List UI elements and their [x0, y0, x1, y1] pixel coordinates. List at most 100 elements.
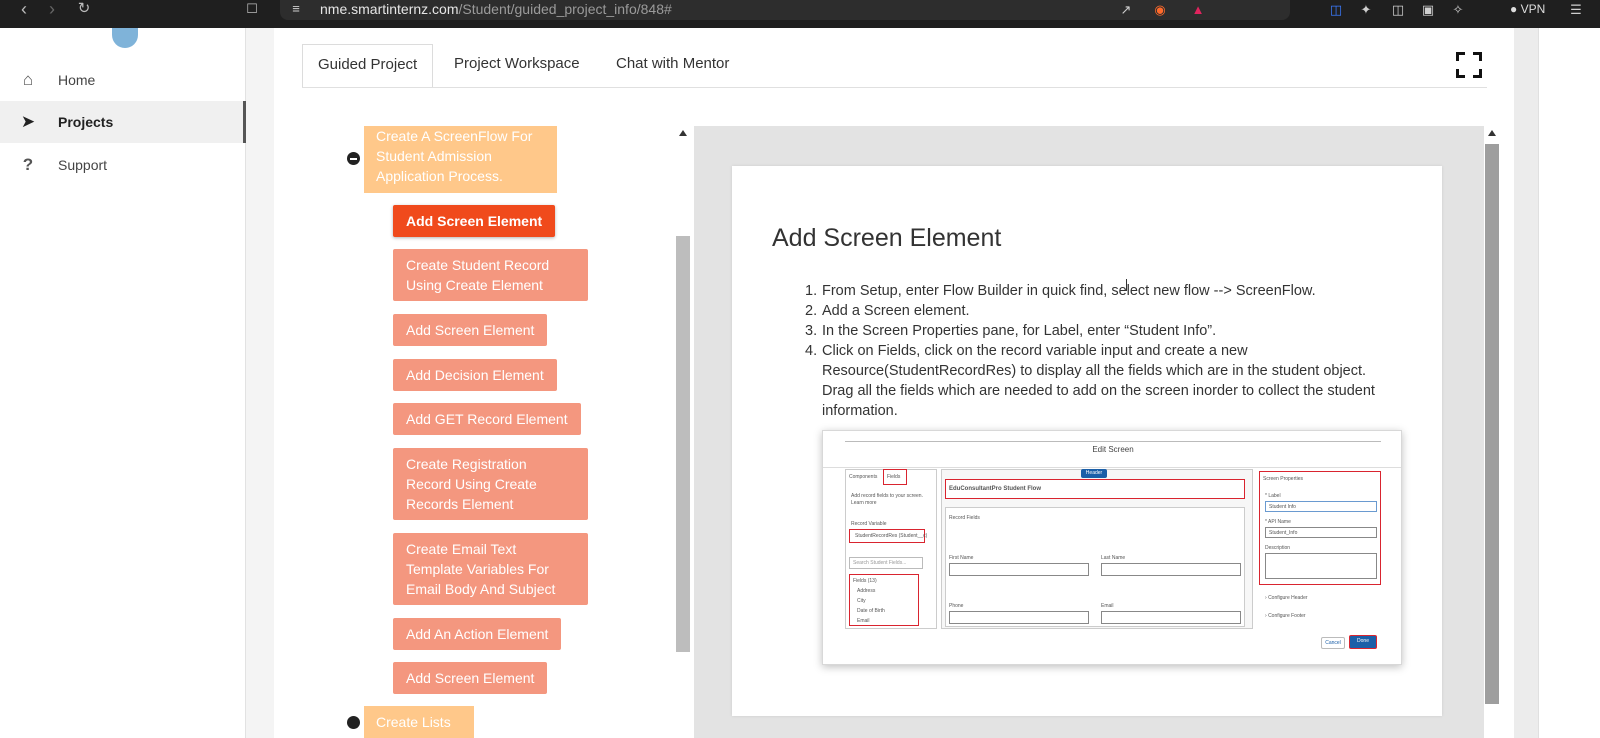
- page-title: Add Screen Element: [772, 224, 1002, 252]
- task-create-student-record[interactable]: Create Student Record Using Create Eleme…: [393, 249, 588, 301]
- task-add-screen-element-2[interactable]: Add Screen Element: [393, 314, 548, 346]
- fullscreen-icon[interactable]: [1456, 52, 1482, 78]
- last-name-field: [1101, 563, 1241, 576]
- record-variable-label: Record Variable: [851, 521, 887, 527]
- task-add-get-record-element[interactable]: Add GET Record Element: [393, 403, 581, 435]
- task-add-action-element[interactable]: Add An Action Element: [393, 618, 562, 650]
- sidebar-icon[interactable]: ◫: [1390, 2, 1406, 18]
- bookmark-icon[interactable]: ☐: [240, 0, 264, 20]
- field-list-item: City: [857, 598, 866, 604]
- step-text: From Setup, enter Flow Builder in quick …: [822, 283, 1316, 299]
- configure-footer: › Configure Footer: [1265, 613, 1306, 619]
- divider: [823, 467, 1401, 468]
- hint-text: Add record fields to your screen. Learn …: [851, 493, 923, 506]
- address-bar[interactable]: ≡ nme.smartinternz.com/Student/guided_pr…: [280, 0, 1290, 20]
- milestone-node[interactable]: Create A ScreenFlow For Student Admissio…: [364, 126, 557, 193]
- task-create-registration-record[interactable]: Create Registration Record Using Create …: [393, 448, 588, 520]
- tab-project-workspace[interactable]: Project Workspace: [454, 44, 580, 88]
- step-number: 4.: [805, 343, 818, 359]
- search-placeholder: Search Student Fields...: [853, 560, 907, 566]
- site-settings-icon[interactable]: ≡: [288, 1, 304, 17]
- divider: [845, 441, 1381, 442]
- step-number: 2.: [805, 303, 818, 319]
- tab-guided-project[interactable]: Guided Project: [302, 44, 434, 88]
- screenshot-title: Edit Screen: [1092, 445, 1134, 454]
- email-field: [1101, 611, 1241, 624]
- field-list-item: Address: [857, 588, 876, 594]
- task-create-email-template-variables[interactable]: Create Email Text Template Variables For…: [393, 533, 588, 605]
- field-label: Description: [1265, 545, 1291, 551]
- step-text: Click on Fields, click on the record var…: [822, 343, 1375, 419]
- flow-title: EduConsultantPro Student Flow: [949, 486, 1041, 492]
- field-label: Last Name: [1101, 555, 1126, 561]
- browser-toolbar: ‹ › ↻ ☐ ≡ nme.smartinternz.com/Student/g…: [0, 0, 1600, 28]
- sidebar-item-label: Home: [58, 72, 96, 88]
- done-button: Done: [1349, 635, 1377, 649]
- home-icon: ⌂: [22, 70, 34, 89]
- reload-icon[interactable]: ↻: [72, 0, 96, 20]
- field-label: First Name: [949, 555, 974, 561]
- field-label: * API Name: [1265, 519, 1291, 525]
- bitwarden-icon[interactable]: ◫: [1328, 2, 1344, 18]
- step-text: Add a Screen element.: [822, 303, 970, 319]
- paper-plane-icon: ➤: [20, 112, 36, 131]
- sidebar: ⌂ Home ➤ Projects ? Support: [0, 28, 246, 738]
- tab-components: Components: [849, 474, 878, 480]
- cancel-button: Cancel: [1321, 637, 1345, 649]
- field-label: Phone: [949, 603, 964, 609]
- back-icon[interactable]: ‹: [12, 0, 36, 20]
- scroll-up-icon[interactable]: [679, 130, 687, 136]
- sidebar-item-home[interactable]: ⌂ Home: [0, 59, 246, 101]
- description-input: [1265, 553, 1377, 579]
- collapse-icon[interactable]: [347, 716, 360, 729]
- page-edge: [1538, 28, 1600, 738]
- leo-icon[interactable]: ✧: [1450, 2, 1466, 18]
- section-label: Record Fields: [949, 515, 980, 521]
- phone-field: [949, 611, 1089, 624]
- task-add-decision-element[interactable]: Add Decision Element: [393, 359, 557, 391]
- scroll-up-icon[interactable]: [1488, 130, 1496, 136]
- question-icon: ?: [22, 155, 34, 174]
- api-value: Student_Info: [1269, 530, 1298, 536]
- forward-icon[interactable]: ›: [40, 0, 64, 20]
- field-list-item: Email: [857, 618, 870, 624]
- props-title: Screen Properties: [1263, 476, 1304, 482]
- label-value: Student Info: [1269, 504, 1296, 510]
- menu-icon[interactable]: ☰: [1568, 2, 1584, 18]
- url-text: nme.smartinternz.com/Student/guided_proj…: [320, 1, 672, 17]
- sidebar-item-label: Projects: [58, 114, 114, 130]
- text-cursor-icon: [1126, 279, 1127, 291]
- sidebar-item-label: Support: [58, 157, 108, 173]
- tab-chat-with-mentor[interactable]: Chat with Mentor: [616, 44, 729, 88]
- tab-divider: [302, 87, 1487, 88]
- field-list-item: Date of Birth: [857, 608, 885, 614]
- brave-shield-icon[interactable]: ◉: [1152, 2, 1168, 18]
- edit-screen-screenshot: Edit Screen Components Fields Add record…: [822, 430, 1402, 665]
- sidebar-item-projects[interactable]: ➤ Projects: [0, 101, 246, 143]
- field-label: * Label: [1265, 493, 1281, 499]
- vpn-button[interactable]: ● VPN: [1510, 0, 1545, 18]
- scrollbar-thumb[interactable]: [1485, 144, 1499, 704]
- tree-scrollbar[interactable]: [676, 126, 690, 738]
- sidebar-item-support[interactable]: ? Support: [0, 144, 246, 186]
- milestone-node-next[interactable]: Create Lists: [364, 706, 474, 738]
- task-add-screen-element-1[interactable]: Add Screen Element: [393, 205, 556, 237]
- step-number: 1.: [805, 283, 818, 299]
- step-text: In the Screen Properties pane, for Label…: [822, 323, 1217, 339]
- tab-fields: Fields: [887, 474, 901, 480]
- rewards-icon[interactable]: ▲: [1190, 2, 1206, 18]
- step-number: 3.: [805, 323, 818, 339]
- configure-header: › Configure Header: [1265, 595, 1308, 601]
- field-label: Email: [1101, 603, 1114, 609]
- viewer-scrollbar[interactable]: [1484, 126, 1500, 738]
- page-scrollbar[interactable]: [1514, 28, 1538, 738]
- task-add-screen-element-3[interactable]: Add Screen Element: [393, 662, 548, 694]
- extensions-icon[interactable]: ✦: [1358, 2, 1374, 18]
- record-variable-value: StudentRecordRes (Student__c): [855, 533, 928, 539]
- wallet-icon[interactable]: ▣: [1420, 2, 1436, 18]
- avatar[interactable]: [112, 28, 138, 48]
- scrollbar-thumb[interactable]: [676, 236, 690, 652]
- share-icon[interactable]: ↗: [1118, 2, 1134, 18]
- field-list-item: Fields (13): [853, 578, 877, 584]
- collapse-icon[interactable]: [347, 152, 360, 165]
